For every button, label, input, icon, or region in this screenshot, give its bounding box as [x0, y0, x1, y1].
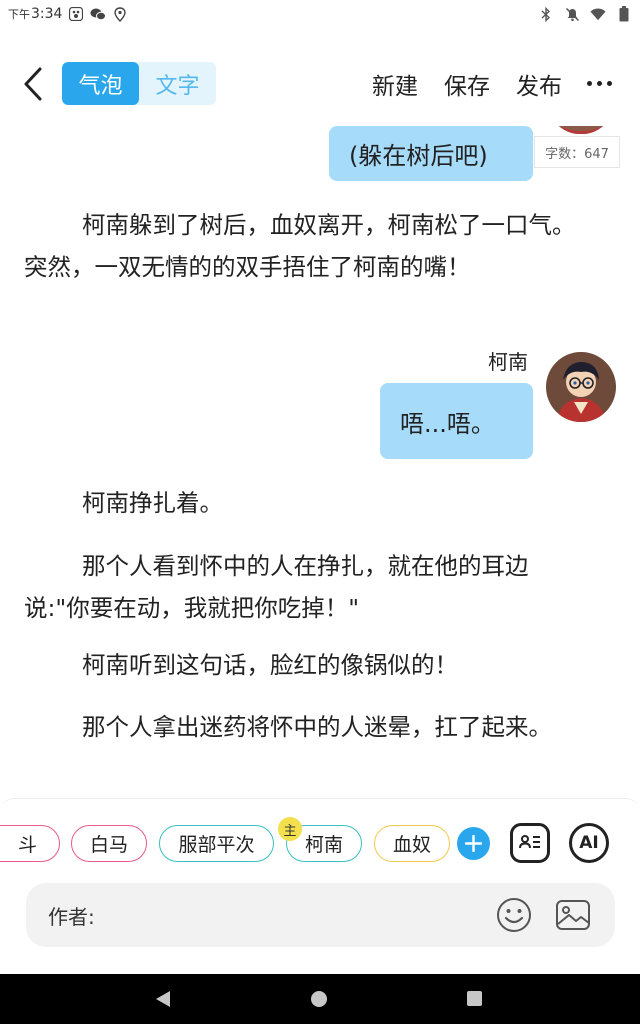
composer-panel: 斗 白马 服部平次 柯南 主 血奴 AI 作者: [0, 798, 640, 974]
back-button[interactable] [18, 64, 48, 104]
mode-toggle: 气泡 文字 [62, 62, 216, 105]
system-nav-bar [0, 974, 640, 1024]
narration-paragraph[interactable]: 那个人看到怀中的人在挣扎，就在他的耳边说:"你要在动，我就把你吃掉！" [24, 545, 594, 629]
image-icon[interactable] [555, 897, 591, 933]
character-chips: 斗 白马 服部平次 柯南 主 血奴 AI [0, 817, 640, 863]
main-character-badge: 主 [278, 817, 302, 841]
save-button[interactable]: 保存 [444, 67, 490, 101]
editor-toolbar: 气泡 文字 新建 保存 发布 [0, 40, 640, 126]
nav-back-icon[interactable] [155, 990, 171, 1012]
ai-button[interactable]: AI [569, 823, 609, 863]
status-time: 3:34 [31, 6, 63, 22]
status-bar: 下午 3:34 [0, 0, 640, 28]
emoji-icon[interactable] [496, 897, 532, 933]
character-chip[interactable]: 白马 [71, 825, 147, 862]
speaker-name: 柯南 [488, 350, 528, 374]
publish-button[interactable]: 发布 [516, 67, 562, 101]
nav-home-icon[interactable] [311, 991, 327, 1007]
narration-paragraph[interactable]: 柯南听到这句话，脸红的像锅似的！ [24, 644, 594, 686]
character-chip[interactable]: 血奴 [374, 825, 450, 862]
avatar[interactable] [546, 352, 616, 422]
location-icon [112, 6, 128, 22]
battery-icon [616, 6, 632, 22]
tab-text[interactable]: 文字 [139, 62, 216, 105]
word-count-badge: 字数：647 [534, 136, 620, 168]
speech-bubble[interactable]: (躲在树后吧) [329, 126, 533, 181]
wifi-icon [590, 6, 606, 22]
narration-paragraph[interactable]: 那个人拿出迷药将怀中的人迷晕，扛了起来。 [24, 706, 594, 748]
speech-bubble[interactable]: 唔...唔。 [380, 383, 533, 459]
tab-bubble[interactable]: 气泡 [62, 62, 139, 105]
add-character-button[interactable] [457, 827, 490, 860]
character-chip[interactable]: 服部平次 [159, 825, 274, 862]
narration-paragraph[interactable]: 柯南躲到了树后，血奴离开，柯南松了一口气。突然，一双无情的的双手捂住了柯南的嘴！ [24, 204, 594, 288]
notifications-off-icon [564, 6, 580, 22]
status-time-prefix: 下午 [8, 8, 30, 21]
chevron-left-icon [24, 67, 42, 101]
bluetooth-icon [538, 6, 554, 22]
character-chip[interactable]: 斗 [0, 825, 60, 862]
more-dots-icon[interactable] [584, 62, 614, 105]
nav-recents-icon[interactable] [467, 991, 482, 1006]
new-button[interactable]: 新建 [372, 67, 418, 101]
author-label: 作者: [48, 904, 95, 929]
narration-paragraph[interactable]: 柯南挣扎着。 [24, 482, 594, 524]
story-content[interactable]: (躲在树后吧) 字数：647 柯南躲到了树后，血奴离开，柯南松了一口气。突然，一… [0, 126, 640, 798]
contact-card-icon [519, 835, 540, 849]
wechat-icon [90, 6, 107, 22]
partial-avatar[interactable] [548, 126, 614, 134]
character-list-button[interactable] [510, 823, 550, 863]
plus-icon [465, 835, 482, 852]
paw-app-icon [68, 6, 84, 22]
